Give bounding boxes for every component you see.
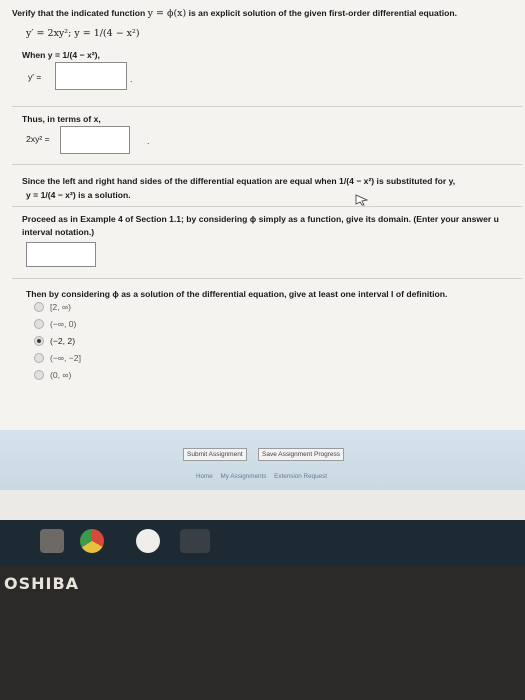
assignment-footer: Submit Assignment Save Assignment Progre… — [0, 430, 525, 490]
interval-option-1[interactable]: [2, ∞) — [34, 302, 71, 312]
since-text-1: Since the left and right hand sides of t… — [22, 176, 456, 186]
cursor-icon — [355, 194, 369, 206]
interval-option-4[interactable]: (−∞, −2] — [34, 353, 81, 363]
ode-equation: y′ = 2xy²; y = 1/(4 − x²) — [26, 28, 140, 39]
my-assignments-link[interactable]: My Assignments — [221, 473, 267, 480]
music-app-icon[interactable] — [136, 529, 160, 553]
radio-button[interactable] — [34, 370, 44, 380]
footer-links: Home My Assignments Extension Request — [196, 473, 333, 480]
interval-prompt: Then by considering ϕ as a solution of t… — [26, 289, 448, 299]
browser-screen: Verify that the indicated function y = ϕ… — [0, 0, 525, 520]
radio-button-selected[interactable] — [34, 336, 44, 346]
since-text-2: y = 1/(4 − x²) is a solution. — [26, 190, 131, 200]
radio-button[interactable] — [34, 353, 44, 363]
file-explorer-icon[interactable] — [40, 529, 64, 553]
proceed-text-1: Proceed as in Example 4 of Section 1.1; … — [22, 214, 499, 224]
divider — [12, 164, 522, 165]
interval-option-5[interactable]: (0, ∞) — [34, 370, 71, 380]
proceed-text-2: interval notation.) — [22, 227, 95, 237]
radio-button[interactable] — [34, 319, 44, 329]
divider — [12, 206, 522, 207]
chrome-icon[interactable] — [80, 529, 104, 553]
interval-option-2[interactable]: (−∞, 0) — [34, 319, 76, 329]
question-intro: Verify that the indicated function y = ϕ… — [12, 8, 457, 19]
twoxy-period: . — [147, 136, 150, 146]
yprime-period: . — [130, 74, 133, 84]
radio-button[interactable] — [34, 302, 44, 312]
divider — [12, 278, 522, 279]
twoxy-answer-input[interactable] — [60, 126, 130, 154]
device-brand-logo: OSHIBA — [4, 574, 80, 593]
question-panel: Verify that the indicated function y = ϕ… — [0, 0, 525, 430]
taskbar — [0, 520, 525, 566]
domain-answer-input[interactable] — [26, 242, 96, 267]
yprime-label: y′ = — [28, 72, 42, 82]
twoxy-label: 2xy² = — [26, 134, 50, 144]
divider — [12, 106, 522, 107]
submit-assignment-button[interactable]: Submit Assignment — [183, 448, 247, 461]
app-window-icon[interactable] — [180, 529, 210, 553]
thus-label: Thus, in terms of x, — [22, 114, 101, 124]
extension-request-link[interactable]: Extension Request — [274, 473, 327, 480]
yprime-answer-input[interactable] — [55, 62, 127, 90]
home-link[interactable]: Home — [196, 473, 213, 480]
save-progress-button[interactable]: Save Assignment Progress — [258, 448, 345, 461]
when-label: When y = 1/(4 − x²), — [22, 50, 100, 60]
interval-option-3[interactable]: (−2, 2) — [34, 336, 75, 346]
